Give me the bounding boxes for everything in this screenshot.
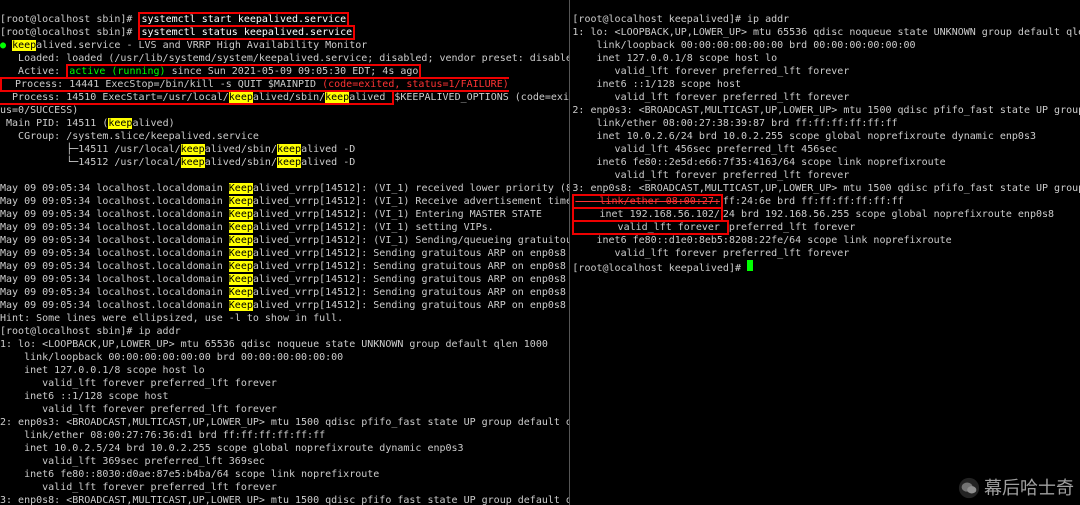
terminal-right[interactable]: [root@localhost keepalived]# ip addr 1: … bbox=[570, 0, 1080, 505]
us0: us=0/SUCCESS) bbox=[0, 105, 78, 116]
ip-enp0s3: 2: enp0s3: <BROADCAST,MULTICAST,UP,LOWER… bbox=[0, 417, 570, 428]
cgroup: CGroup: /system.slice/keepalived.service bbox=[0, 131, 259, 142]
prompt: [root@localhost sbin]# bbox=[0, 27, 132, 38]
watermark: 幕后哈士奇 bbox=[958, 477, 1074, 499]
svc-line: alived.service - LVS and VRRP High Avail… bbox=[36, 40, 367, 51]
inet-box-cont: valid_lft forever bbox=[572, 220, 729, 235]
cmd-ip: [root@localhost sbin]# ip addr bbox=[0, 326, 181, 337]
hint: Hint: Some lines were ellipsized, use -l… bbox=[0, 313, 343, 324]
mainpid: Main PID: 14511 ( bbox=[0, 118, 108, 129]
cmd-status-box: systemctl status keepalived.service bbox=[138, 25, 355, 40]
ip-lo: 1: lo: <LOOPBACK,UP,LOWER_UP> mtu 65536 … bbox=[572, 27, 1080, 38]
prompt: [root@localhost sbin]# bbox=[0, 14, 132, 25]
cursor-icon bbox=[747, 260, 753, 271]
keep-hl: keep bbox=[12, 40, 36, 51]
terminal-left[interactable]: [root@localhost sbin]# systemctl start k… bbox=[0, 0, 570, 505]
active-pre: Active: bbox=[0, 66, 66, 77]
ip-enp0s8: 3: enp0s8: <BROADCAST,MULTICAST,UP,LOWER… bbox=[0, 495, 570, 505]
bullet-icon: ● bbox=[0, 40, 6, 51]
prompt-end: [root@localhost keepalived]# bbox=[572, 263, 747, 274]
prompt: [root@localhost keepalived]# ip addr bbox=[572, 14, 789, 25]
ip-enp0s8: 3: enp0s8: <BROADCAST,MULTICAST,UP,LOWER… bbox=[572, 183, 1080, 194]
ip-lo: 1: lo: <LOOPBACK,UP,LOWER_UP> mtu 65536 … bbox=[0, 339, 548, 350]
wechat-icon bbox=[958, 477, 980, 499]
ip-enp0s3: 2: enp0s3: <BROADCAST,MULTICAST,UP,LOWER… bbox=[572, 105, 1080, 116]
loaded-line: Loaded: loaded (/usr/lib/systemd/system/… bbox=[0, 53, 570, 64]
